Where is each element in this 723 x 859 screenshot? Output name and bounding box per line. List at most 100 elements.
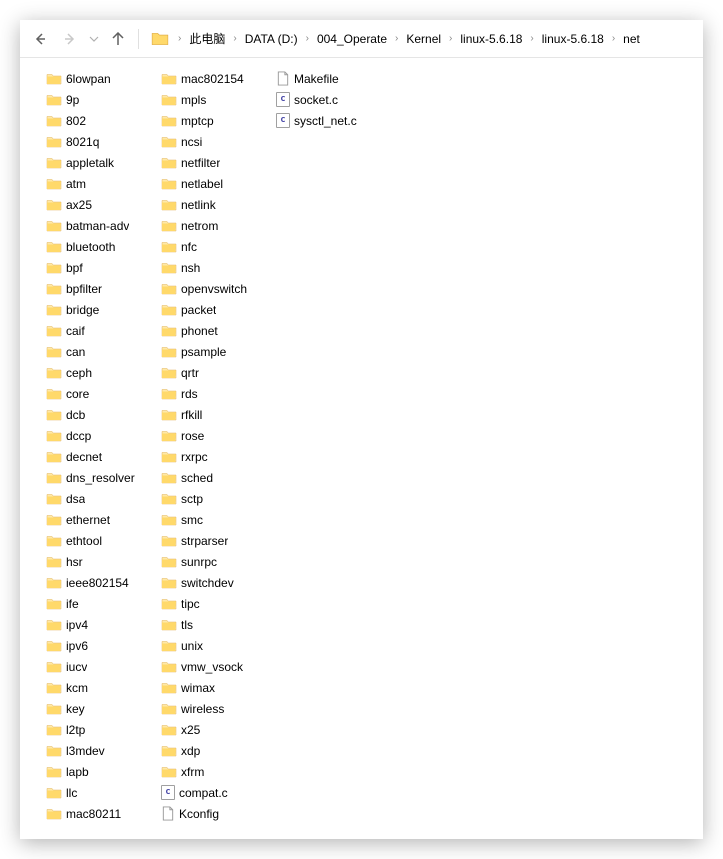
folder-item[interactable]: dcb — [44, 404, 159, 425]
breadcrumb-item[interactable]: Kernel — [403, 25, 444, 53]
folder-item[interactable]: wireless — [159, 698, 274, 719]
folder-item[interactable]: mac802154 — [159, 68, 274, 89]
folder-item[interactable]: batman-adv — [44, 215, 159, 236]
folder-item[interactable]: l2tp — [44, 719, 159, 740]
file-item[interactable]: csysctl_net.c — [274, 110, 389, 131]
folder-item[interactable]: tls — [159, 614, 274, 635]
folder-icon — [46, 239, 62, 255]
folder-item[interactable]: netlink — [159, 194, 274, 215]
folder-item[interactable]: ipv6 — [44, 635, 159, 656]
breadcrumb-chevron[interactable]: › — [525, 33, 538, 44]
folder-item[interactable]: xfrm — [159, 761, 274, 782]
file-item[interactable]: Makefile — [274, 68, 389, 89]
breadcrumb-item[interactable]: linux-5.6.18 — [539, 25, 607, 53]
folder-item[interactable]: dsa — [44, 488, 159, 509]
folder-item[interactable]: ife — [44, 593, 159, 614]
file-item[interactable]: csocket.c — [274, 89, 389, 110]
folder-item[interactable]: ieee802154 — [44, 572, 159, 593]
folder-item[interactable]: mpls — [159, 89, 274, 110]
folder-item[interactable]: key — [44, 698, 159, 719]
folder-item[interactable]: dccp — [44, 425, 159, 446]
folder-item[interactable]: unix — [159, 635, 274, 656]
folder-item[interactable]: ceph — [44, 362, 159, 383]
file-item[interactable]: ccompat.c — [159, 782, 274, 803]
folder-item[interactable]: packet — [159, 299, 274, 320]
folder-item[interactable]: rxrpc — [159, 446, 274, 467]
breadcrumb-item[interactable]: 004_Operate — [314, 25, 390, 53]
folder-item[interactable]: 8021q — [44, 131, 159, 152]
folder-item[interactable]: netfilter — [159, 152, 274, 173]
back-button[interactable] — [26, 25, 54, 53]
breadcrumb-item[interactable]: linux-5.6.18 — [457, 25, 525, 53]
folder-item[interactable]: 9p — [44, 89, 159, 110]
folder-item[interactable]: strparser — [159, 530, 274, 551]
item-label: l3mdev — [66, 744, 105, 758]
folder-item[interactable]: mac80211 — [44, 803, 159, 824]
folder-item[interactable]: rds — [159, 383, 274, 404]
folder-item[interactable]: sunrpc — [159, 551, 274, 572]
folder-item[interactable]: 802 — [44, 110, 159, 131]
folder-item[interactable]: kcm — [44, 677, 159, 698]
folder-item[interactable]: atm — [44, 173, 159, 194]
folder-item[interactable]: x25 — [159, 719, 274, 740]
folder-item[interactable]: ipv4 — [44, 614, 159, 635]
file-list[interactable]: 6lowpan9p8028021qappletalk atm ax25batman-… — [20, 58, 703, 839]
folder-item[interactable]: sched — [159, 467, 274, 488]
file-item[interactable]: Kconfig — [159, 803, 274, 824]
breadcrumb-chevron[interactable]: › — [444, 33, 457, 44]
folder-item[interactable]: dns_resolver — [44, 467, 159, 488]
breadcrumb-chevron[interactable]: › — [607, 33, 620, 44]
breadcrumb-chevron[interactable]: › — [390, 33, 403, 44]
folder-item[interactable]: llc — [44, 782, 159, 803]
folder-item[interactable]: nfc — [159, 236, 274, 257]
folder-icon — [161, 554, 177, 570]
folder-item[interactable]: switchdev — [159, 572, 274, 593]
folder-item[interactable]: bpf — [44, 257, 159, 278]
folder-item[interactable]: lapb — [44, 761, 159, 782]
folder-item[interactable]: netlabel — [159, 173, 274, 194]
folder-item[interactable]: openvswitch — [159, 278, 274, 299]
folder-item[interactable]: wimax — [159, 677, 274, 698]
folder-item[interactable]: hsr — [44, 551, 159, 572]
folder-item[interactable]: tipc — [159, 593, 274, 614]
item-label: atm — [66, 177, 86, 191]
folder-item[interactable]: rfkill — [159, 404, 274, 425]
folder-item[interactable]: caif — [44, 320, 159, 341]
breadcrumb[interactable]: › 此电脑 › DATA (D:) › 004_Operate › Kernel… — [145, 20, 643, 57]
breadcrumb-item[interactable]: 此电脑 — [186, 25, 228, 53]
folder-item[interactable]: ax25 — [44, 194, 159, 215]
folder-item[interactable]: can — [44, 341, 159, 362]
folder-item[interactable]: phonet — [159, 320, 274, 341]
breadcrumb-item[interactable]: net — [620, 25, 643, 53]
folder-item[interactable]: vmw_vsock — [159, 656, 274, 677]
folder-item[interactable]: bluetooth — [44, 236, 159, 257]
item-label: x25 — [181, 723, 200, 737]
folder-item[interactable]: l3mdev — [44, 740, 159, 761]
folder-item[interactable]: core — [44, 383, 159, 404]
recent-button[interactable] — [86, 25, 102, 53]
folder-item[interactable]: 6lowpan — [44, 68, 159, 89]
breadcrumb-chevron[interactable]: › — [173, 33, 186, 44]
up-button[interactable] — [104, 25, 132, 53]
folder-item[interactable]: rose — [159, 425, 274, 446]
folder-item[interactable]: netrom — [159, 215, 274, 236]
folder-item[interactable]: qrtr — [159, 362, 274, 383]
folder-item[interactable]: smc — [159, 509, 274, 530]
folder-item[interactable]: psample — [159, 341, 274, 362]
breadcrumb-chevron[interactable]: › — [228, 33, 241, 44]
folder-item[interactable]: sctp — [159, 488, 274, 509]
folder-item[interactable]: bridge — [44, 299, 159, 320]
breadcrumb-item[interactable]: DATA (D:) — [242, 25, 301, 53]
folder-item[interactable]: ncsi — [159, 131, 274, 152]
folder-item[interactable]: xdp — [159, 740, 274, 761]
folder-item[interactable]: mptcp — [159, 110, 274, 131]
forward-button[interactable] — [56, 25, 84, 53]
folder-item[interactable]: ethernet — [44, 509, 159, 530]
breadcrumb-chevron[interactable]: › — [301, 33, 314, 44]
folder-item[interactable]: appletalk — [44, 152, 159, 173]
folder-item[interactable]: nsh — [159, 257, 274, 278]
folder-item[interactable]: iucv — [44, 656, 159, 677]
folder-item[interactable]: ethtool — [44, 530, 159, 551]
folder-item[interactable]: bpfilter — [44, 278, 159, 299]
folder-item[interactable]: decnet — [44, 446, 159, 467]
